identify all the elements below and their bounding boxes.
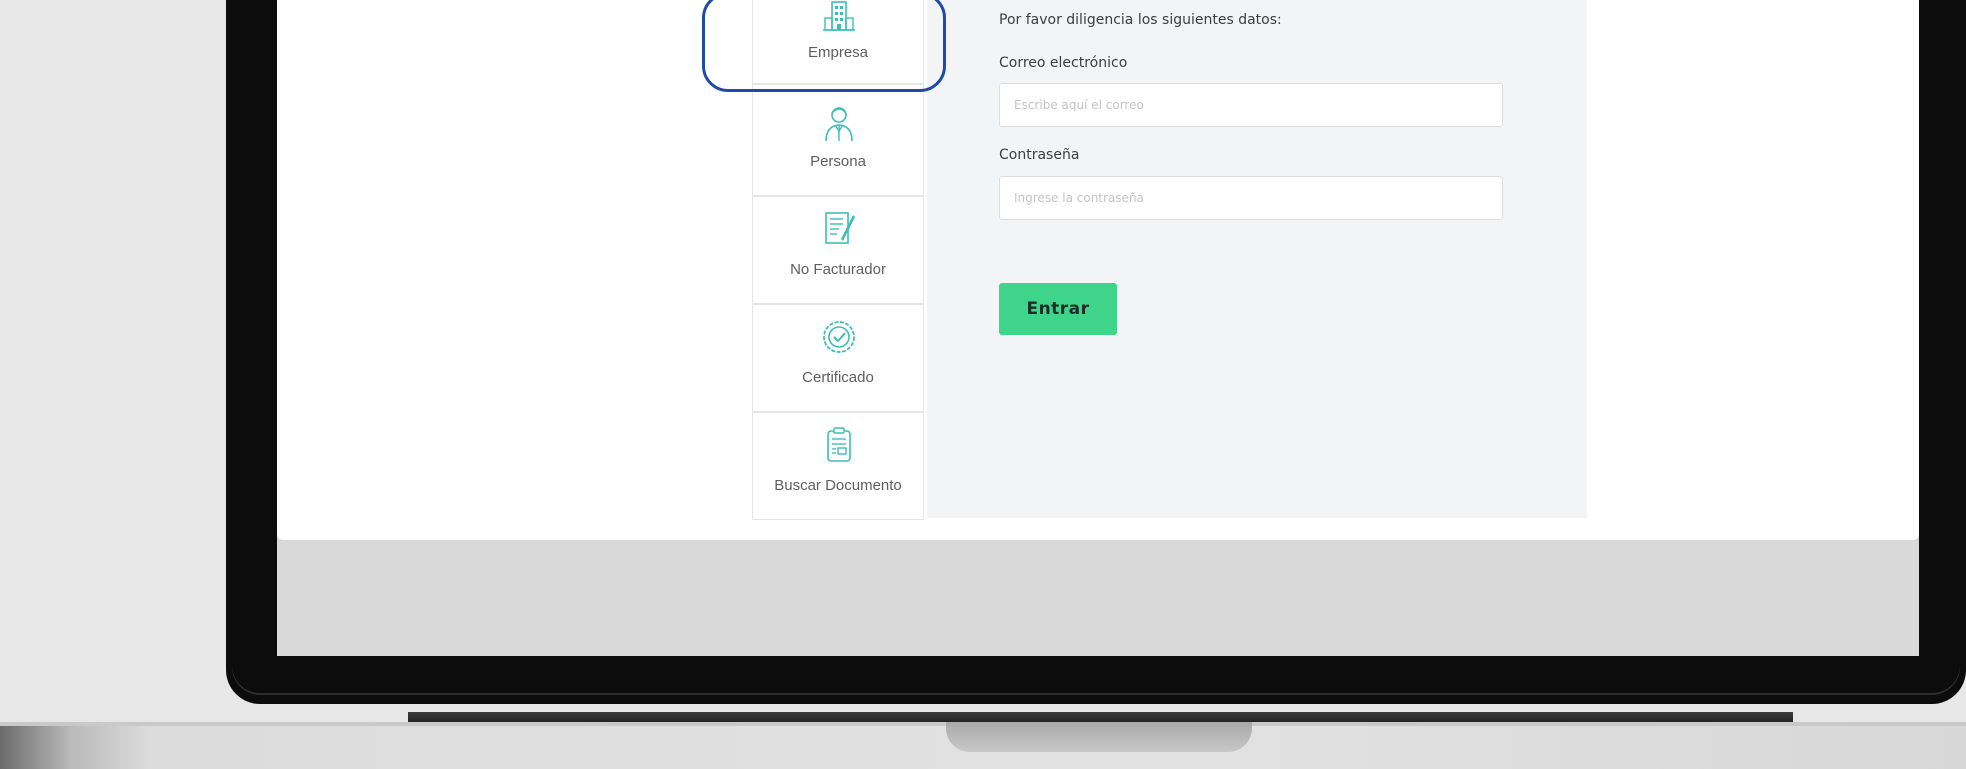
laptop-screen: Empresa Persona No Facturador Certificad…	[277, 0, 1919, 656]
tab-buscar-documento[interactable]: Buscar Documento	[752, 412, 924, 520]
form-instructions: Por favor diligencia los siguientes dato…	[999, 12, 1282, 28]
document-edit-icon	[825, 212, 855, 244]
certificate-badge-icon	[823, 321, 855, 353]
tab-certificado[interactable]: Certificado	[752, 304, 924, 412]
password-label: Contraseña	[999, 147, 1080, 163]
tab-buscar-documento-label: Buscar Documento	[774, 477, 902, 494]
login-button[interactable]: Entrar	[999, 283, 1117, 335]
login-page: Empresa Persona No Facturador Certificad…	[277, 0, 1919, 540]
tab-persona-label: Persona	[810, 153, 866, 170]
email-label: Correo electrónico	[999, 55, 1128, 71]
search-document-icon	[827, 427, 851, 462]
tab-persona[interactable]: Persona	[752, 84, 924, 196]
tab-certificado-label: Certificado	[802, 369, 874, 386]
login-form-panel: Por favor diligencia los siguientes dato…	[927, 0, 1587, 518]
tab-no-facturador[interactable]: No Facturador	[752, 196, 924, 304]
person-icon	[825, 107, 853, 142]
laptop-opening-notch	[946, 722, 1252, 752]
tab-no-facturador-label: No Facturador	[790, 261, 886, 278]
email-field[interactable]	[999, 83, 1503, 127]
password-field[interactable]	[999, 176, 1503, 220]
selected-tab-highlight	[702, 0, 946, 92]
